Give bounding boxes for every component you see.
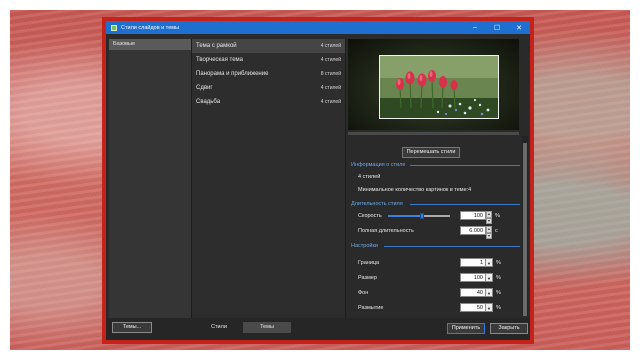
section-title-info: Информация о стиле [351,162,406,168]
blur-unit: % [496,304,501,311]
size-dropdown[interactable]: 100 ▼ % [460,273,501,282]
theme-count: 4 стилей [320,85,341,91]
theme-name: Свадьба [196,99,221,105]
speed-unit: % [495,212,500,219]
titlebar[interactable]: Стили слайдов и темы – ☐ ✕ [106,21,530,34]
theme-item[interactable]: Тема с рамкой 4 стилей [192,39,345,53]
styles-dialog: Стили слайдов и темы – ☐ ✕ Базовые Тема … [102,17,534,344]
category-list: Базовые [109,39,191,335]
themes-button[interactable]: Темы... [112,322,152,333]
speed-value[interactable]: 100 [460,211,486,220]
size-value[interactable]: 100 [460,273,486,282]
section-divider [410,204,520,205]
tab-styles[interactable]: Стили [195,322,243,333]
total-duration-unit: с [495,227,498,234]
theme-name: Панорама и приближение [196,71,269,77]
apply-button[interactable]: Применить [447,323,485,334]
background-unit: % [496,289,501,296]
theme-name: Сдвиг [196,85,213,91]
background-dropdown[interactable]: 40 ▼ % [460,288,501,297]
border-unit: % [496,259,501,266]
chevron-down-icon[interactable]: ▼ [486,303,493,312]
window-title: Стили слайдов и темы [121,24,180,31]
border-label: Граница [358,260,380,266]
shuffle-styles-button[interactable]: Перемешать стили [402,147,460,158]
minimize-button[interactable]: – [464,21,486,34]
maximize-button[interactable]: ☐ [486,21,508,34]
tulips-image [380,56,498,118]
theme-item[interactable]: Творческая тема 4 стилей [192,53,345,67]
section-divider [410,165,520,166]
total-duration-value[interactable]: 6.000 [460,226,486,235]
close-window-button[interactable]: ✕ [508,21,530,34]
background-label: Фон [358,290,369,296]
spin-down-icon[interactable]: ▼ [486,217,492,224]
theme-count: 8 стилей [320,71,341,77]
speed-spinner[interactable]: 100 ▲ ▼ % [460,211,500,224]
theme-name: Творческая тема [196,57,244,63]
properties-scrollbar-thumb[interactable] [523,143,527,316]
blur-value[interactable]: 50 [460,303,486,312]
theme-item[interactable]: Панорама и приближение 8 стилей [192,67,345,81]
border-value[interactable]: 1 [460,258,486,267]
style-preview [348,39,519,130]
section-title-duration: Длительность стиля [351,201,403,207]
theme-count: 4 стилей [320,99,341,105]
theme-name: Тема с рамкой [196,43,237,49]
blur-dropdown[interactable]: 50 ▼ % [460,303,501,312]
total-duration-spinner[interactable]: 6.000 ▲ ▼ с [460,226,498,239]
speed-slider-fill [388,215,422,217]
preview-scrollbar[interactable] [348,132,519,135]
chevron-down-icon[interactable]: ▼ [486,273,493,282]
background-value[interactable]: 40 [460,288,486,297]
info-style-count: 4 стилей [358,174,381,180]
chevron-down-icon[interactable]: ▼ [486,258,493,267]
blur-label: Размытие [358,305,384,311]
size-unit: % [496,274,501,281]
theme-list: Тема с рамкой 4 стилей Творческая тема 4… [191,39,346,335]
close-button[interactable]: Закрыть [490,323,528,334]
spin-down-icon[interactable]: ▼ [486,232,492,239]
info-min-pictures: Минимальное количество картинок в теме:4 [358,187,472,193]
theme-count: 4 стилей [320,57,341,63]
theme-item[interactable]: Свадьба 4 стилей [192,95,345,109]
speed-label: Скорость [358,213,382,219]
section-divider [384,246,520,247]
app-icon [111,24,117,31]
border-dropdown[interactable]: 1 ▼ % [460,258,501,267]
total-duration-label: Полная длительность [358,228,414,234]
speed-slider[interactable] [388,213,450,219]
chevron-down-icon[interactable]: ▼ [486,288,493,297]
tab-themes[interactable]: Темы [243,322,291,333]
size-label: Размер [358,275,377,281]
section-title-settings: Настройки [351,243,378,249]
category-item-basic[interactable]: Базовые [109,39,191,50]
preview-photo [379,55,499,119]
theme-item[interactable]: Сдвиг 4 стилей [192,81,345,95]
theme-count: 4 стилей [320,43,341,49]
speed-slider-knob[interactable] [420,213,424,219]
style-properties-panel: Перемешать стили Информация о стиле 4 ст… [346,39,530,335]
